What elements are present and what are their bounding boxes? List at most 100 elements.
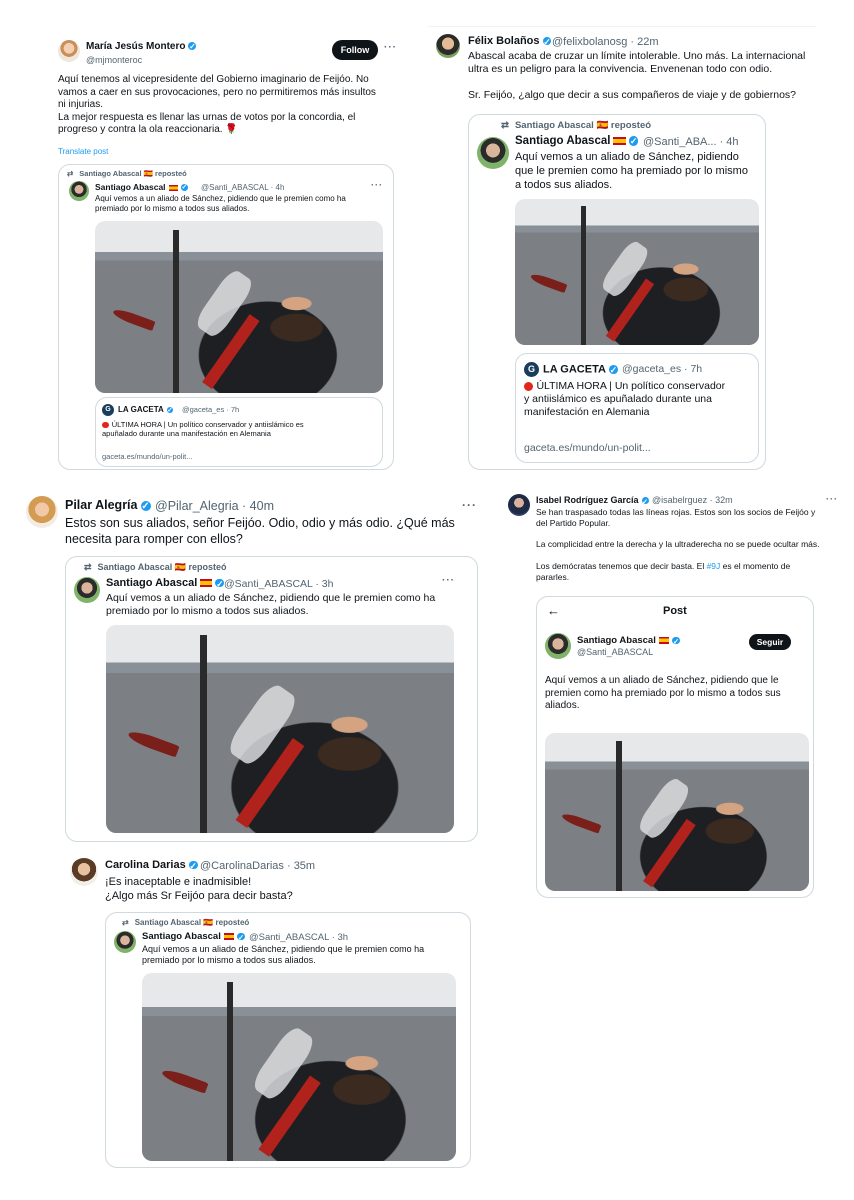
embedded-author-name[interactable]: Santiago Abascal ✓ — [577, 635, 680, 646]
avatar[interactable] — [114, 931, 136, 953]
author-handle[interactable]: @felixbolanosg · 22m — [552, 36, 659, 48]
quoted-tweet-card[interactable]: ⇄ Santiago Abascal 🇪🇸 reposteó Santiago A… — [65, 556, 478, 842]
repost-icon: ⇄ — [84, 562, 92, 572]
tweet-text: Se han traspasado todas las líneas rojas… — [536, 507, 820, 582]
link-text: ÚLTIMA HORA | Un político conservador y … — [102, 420, 304, 439]
author-name[interactable]: María Jesús Montero ✓ — [86, 41, 197, 52]
quoted-author-name[interactable]: Santiago Abascal ✓ — [95, 182, 188, 192]
gaceta-logo-icon: G — [102, 404, 114, 416]
tweet-alegria: Pilar Alegría ✓ @Pilar_Alegria · 40m ··· … — [18, 490, 494, 842]
verified-badge-icon: ✓ — [188, 860, 198, 871]
verified-badge-icon: ✓ — [237, 932, 245, 942]
link-source: G LA GACETA ✓ — [102, 404, 174, 416]
tweet-darias: Carolina Darias ✓ @CarolinaDarias · 35m ¡… — [62, 850, 482, 1170]
repost-icon: ⇄ — [122, 918, 129, 927]
avatar[interactable] — [545, 633, 571, 659]
more-options-icon[interactable]: ··· — [442, 575, 455, 586]
verified-badge-icon: ✓ — [188, 42, 197, 52]
repost-icon: ⇄ — [501, 120, 509, 131]
tweet-bolanos: Félix Bolaños ✓ @felixbolanosg · 22m Abas… — [428, 26, 824, 476]
gaceta-logo-icon: G — [524, 362, 539, 377]
attack-photo[interactable] — [142, 973, 456, 1161]
avatar[interactable] — [26, 496, 58, 528]
attack-photo[interactable] — [95, 221, 383, 393]
attack-photo[interactable] — [106, 625, 454, 833]
spain-flag-icon — [223, 933, 235, 940]
photo-knife — [529, 271, 567, 293]
tweet-text: Aquí tenemos al vicepresidente del Gobie… — [58, 74, 376, 135]
author-handle[interactable]: @isabelrguez · 32m — [652, 495, 733, 505]
tweet-text: Estos son sus aliados, señor Feijóo. Odi… — [65, 516, 455, 546]
repost-label: ⇄ Santiago Abascal 🇪🇸 reposteó — [84, 562, 227, 572]
more-options-icon[interactable]: ··· — [384, 42, 397, 53]
more-options-icon[interactable]: ··· — [826, 494, 838, 504]
link-text: ÚLTIMA HORA | Un político conservador y … — [524, 380, 726, 419]
author-handle[interactable]: @mjmonteroc — [86, 55, 142, 65]
quoted-text: Aquí vemos a un aliado de Sánchez, pidie… — [95, 194, 346, 213]
author-name[interactable]: Félix Bolaños ✓ — [468, 35, 552, 47]
verified-badge-icon: ✓ — [140, 500, 151, 512]
quoted-tweet-card[interactable]: ⇄ Santiago Abascal 🇪🇸 reposteó Santiago A… — [58, 164, 394, 470]
author-name[interactable]: Carolina Darias ✓ — [105, 859, 198, 871]
avatar[interactable] — [58, 40, 80, 62]
verified-badge-icon: ✓ — [641, 497, 649, 507]
repost-label: ⇄ Santiago Abascal 🇪🇸 reposteó — [501, 120, 652, 131]
tweet-text: ¡Es inaceptable e inadmisible! ¿Algo más… — [105, 876, 293, 902]
link-url[interactable]: gaceta.es/mundo/un-polit... — [524, 442, 651, 455]
spain-flag-icon — [658, 637, 670, 644]
avatar[interactable] — [477, 137, 509, 169]
photo-knife — [111, 306, 156, 332]
link-preview-card[interactable]: G LA GACETA ✓ @gaceta_es · 7h ÚLTIMA HORA … — [95, 397, 383, 467]
tweet-montero: María Jesús Montero ✓ @mjmonteroc Follow … — [48, 28, 404, 478]
link-handle: @gaceta_es · 7h — [622, 363, 703, 375]
quoted-text: Aquí vemos a un aliado de Sánchez, pidie… — [515, 151, 748, 191]
quoted-handle[interactable]: @Santi_ABASCAL · 3h — [249, 932, 348, 943]
photo-pole — [172, 229, 179, 393]
red-circle-icon — [102, 421, 109, 429]
post-header-title: Post — [663, 605, 687, 617]
embedded-text: Aquí vemos a un aliado de Sánchez, pidie… — [545, 675, 781, 711]
avatar[interactable] — [436, 34, 460, 58]
avatar[interactable] — [74, 577, 100, 603]
avatar[interactable] — [508, 494, 530, 516]
author-name[interactable]: Pilar Alegría ✓ — [65, 498, 151, 512]
more-options-icon[interactable]: ··· — [462, 498, 477, 512]
quoted-text: Aquí vemos a un aliado de Sánchez, pidie… — [142, 944, 425, 966]
spain-flag-icon — [613, 136, 627, 145]
verified-badge-icon: ✓ — [608, 365, 618, 376]
photo-pole — [199, 635, 207, 833]
author-handle[interactable]: @Pilar_Alegria · 40m — [155, 499, 274, 513]
link-preview-card[interactable]: G LA GACETA ✓ @gaceta_es · 7h ÚLTIMA HORA … — [515, 353, 759, 463]
avatar[interactable] — [69, 181, 89, 201]
verified-badge-icon: ✓ — [672, 636, 680, 646]
photo-knife — [560, 811, 601, 835]
photo-pole — [226, 982, 234, 1161]
hashtag-link[interactable]: #9J — [707, 561, 721, 571]
link-source: G LA GACETA ✓ — [524, 362, 618, 377]
more-options-icon[interactable]: ··· — [371, 180, 383, 190]
quoted-tweet-card[interactable]: ⇄ Santiago Abascal 🇪🇸 reposteó Santiago A… — [105, 912, 471, 1168]
back-arrow-icon[interactable]: ← — [547, 603, 560, 618]
avatar[interactable] — [70, 858, 98, 886]
follow-button[interactable]: Seguir — [749, 634, 791, 650]
quoted-author-name[interactable]: Santiago Abascal ✓ — [142, 931, 245, 942]
attack-photo[interactable] — [545, 733, 809, 891]
verified-badge-icon: ✓ — [166, 406, 174, 414]
follow-button[interactable]: Follow — [332, 40, 378, 60]
translate-link[interactable]: Translate post — [58, 147, 108, 156]
quoted-handle[interactable]: @Santi_ABASCAL · 4h — [201, 183, 284, 192]
quoted-handle[interactable]: @Santi_ABASCAL · 3h — [224, 578, 334, 590]
quoted-author-name[interactable]: Santiago Abascal ✓ — [515, 135, 639, 147]
photo-knife — [126, 728, 180, 759]
quoted-tweet-card[interactable]: ⇄ Santiago Abascal 🇪🇸 reposteó Santiago A… — [468, 114, 766, 470]
spain-flag-icon — [200, 579, 213, 587]
author-name[interactable]: Isabel Rodríguez García ✓ — [536, 495, 649, 507]
author-handle[interactable]: @CarolinaDarias · 35m — [200, 860, 315, 872]
embedded-handle[interactable]: @Santi_ABASCAL — [577, 647, 653, 657]
photo-pole — [580, 206, 586, 345]
embedded-post-screenshot[interactable]: ← Post Santiago Abascal ✓ @Santi_ABASCAL … — [536, 596, 814, 898]
attack-photo[interactable] — [515, 199, 759, 345]
quoted-author-name[interactable]: Santiago Abascal ✓ — [106, 577, 225, 589]
link-url[interactable]: gaceta.es/mundo/un-polit... — [102, 452, 192, 461]
quoted-handle[interactable]: @Santi_ABA... · 4h — [643, 136, 739, 148]
